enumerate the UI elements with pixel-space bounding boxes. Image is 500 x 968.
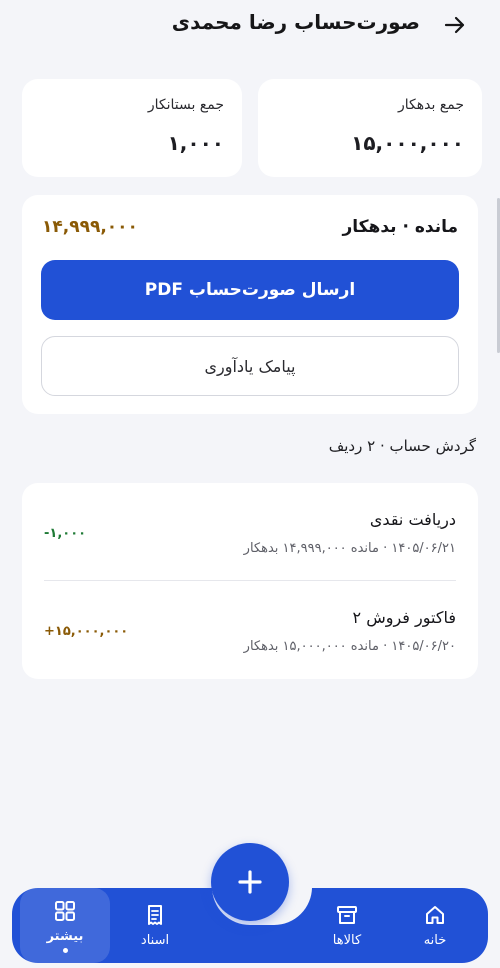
debit-total-value: ۱۵,۰۰۰,۰۰۰ [351, 131, 464, 155]
transaction-amount: -۱,۰۰۰ [44, 526, 87, 541]
nav-label-documents: اسناد [140, 933, 170, 948]
sms-reminder-button[interactable]: پیامک یادآوری [41, 336, 459, 396]
balance-value: ۱۴,۹۹۹,۰۰۰ [42, 217, 138, 237]
active-indicator-dot [62, 947, 68, 953]
receipt-icon [148, 905, 162, 925]
list-item[interactable]: فاکتور فروش ۲ ۱۴۰۵/۰۶/۲۰ · مانده ۱۵,۰۰۰,… [22, 581, 478, 678]
send-pdf-button[interactable]: ارسال صورت‌حساب PDF [41, 260, 459, 320]
add-button[interactable] [211, 843, 289, 921]
transaction-subtitle: ۱۴۰۵/۰۶/۲۰ · مانده ۱۵,۰۰۰,۰۰۰ بدهکار [243, 639, 456, 654]
transaction-title: فاکتور فروش ۲ [352, 608, 456, 627]
credit-total-card: جمع بستانکار ۱,۰۰۰ [22, 79, 242, 177]
transactions-list: دریافت نقدی ۱۴۰۵/۰۶/۲۱ · مانده ۱۴,۹۹۹,۰۰… [22, 483, 478, 679]
balance-label: مانده · بدهکار [342, 217, 459, 237]
nav-label-home: خانه [423, 933, 447, 948]
nav-item-documents[interactable]: اسناد [110, 888, 200, 963]
plus-icon [238, 870, 262, 894]
list-item[interactable]: دریافت نقدی ۱۴۰۵/۰۶/۲۱ · مانده ۱۴,۹۹۹,۰۰… [22, 483, 478, 580]
nav-item-products[interactable]: کالاها [302, 888, 392, 963]
transaction-amount: +۱۵,۰۰۰,۰۰۰ [44, 624, 129, 639]
nav-item-home[interactable]: خانه [390, 888, 480, 963]
home-icon [426, 906, 444, 924]
archive-box-icon [337, 906, 357, 924]
arrow-right-icon [444, 16, 465, 34]
header: صورت‌حساب رضا محمدی [0, 0, 500, 50]
transactions-section-title: گردش حساب · ۲ ردیف [328, 437, 476, 455]
page-title: صورت‌حساب رضا محمدی [171, 10, 420, 34]
balance-card: مانده · بدهکار ۱۴,۹۹۹,۰۰۰ ارسال صورت‌حسا… [22, 195, 478, 414]
debit-total-label: جمع بدهکار [397, 97, 464, 113]
nav-label-products: کالاها [332, 933, 362, 948]
nav-label-more: بیشتر [46, 928, 84, 944]
grid-icon [55, 900, 75, 921]
debit-total-card: جمع بدهکار ۱۵,۰۰۰,۰۰۰ [258, 79, 482, 177]
transaction-title: دریافت نقدی [369, 510, 456, 529]
transaction-subtitle: ۱۴۰۵/۰۶/۲۱ · مانده ۱۴,۹۹۹,۰۰۰ بدهکار [243, 541, 456, 556]
credit-total-value: ۱,۰۰۰ [167, 131, 224, 155]
back-button[interactable] [440, 10, 470, 40]
nav-item-more[interactable]: بیشتر [20, 888, 110, 963]
credit-total-label: جمع بستانکار [147, 97, 224, 113]
